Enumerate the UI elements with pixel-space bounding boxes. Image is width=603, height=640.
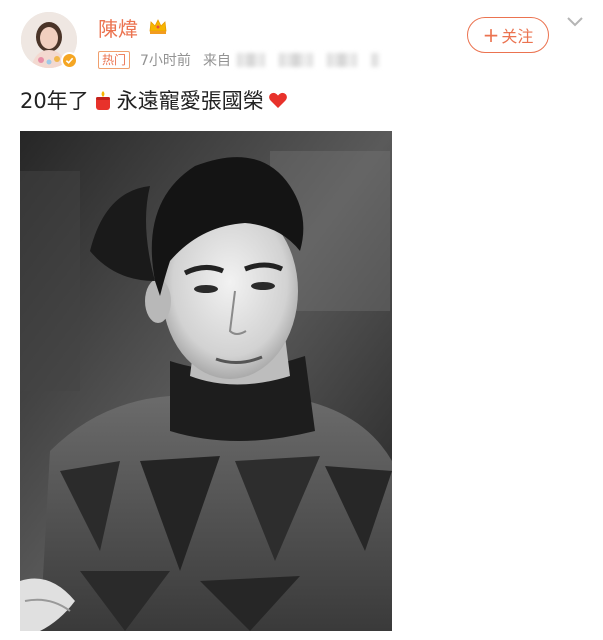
red-heart-icon [268,92,287,108]
verified-badge-icon [61,52,78,69]
source-redacted [370,53,379,67]
post-photo[interactable] [20,131,392,631]
source-redacted [278,53,313,67]
chevron-down-icon[interactable] [566,15,584,29]
hot-badge: 热门 [98,51,131,69]
post-meta: 热门 7小时前 来自 [98,50,393,70]
post-text: 20年了 永遠寵愛張國榮 [20,86,292,114]
follow-label: 关注 [501,27,534,46]
candle-icon [95,91,110,110]
username[interactable]: 陳煒 [98,16,138,42]
source-redacted [326,53,357,67]
post-time: 7小时前 [140,53,191,69]
follow-button[interactable]: + 关注 [467,17,549,53]
plus-icon: + [482,23,500,47]
post-text-part: 永遠寵愛張國榮 [116,89,264,113]
photo-image [20,131,392,631]
source-redacted [236,53,265,67]
crown-icon [149,19,167,34]
post-text-part: 20年了 [20,89,89,113]
post-source-label: 来自 [202,53,231,69]
